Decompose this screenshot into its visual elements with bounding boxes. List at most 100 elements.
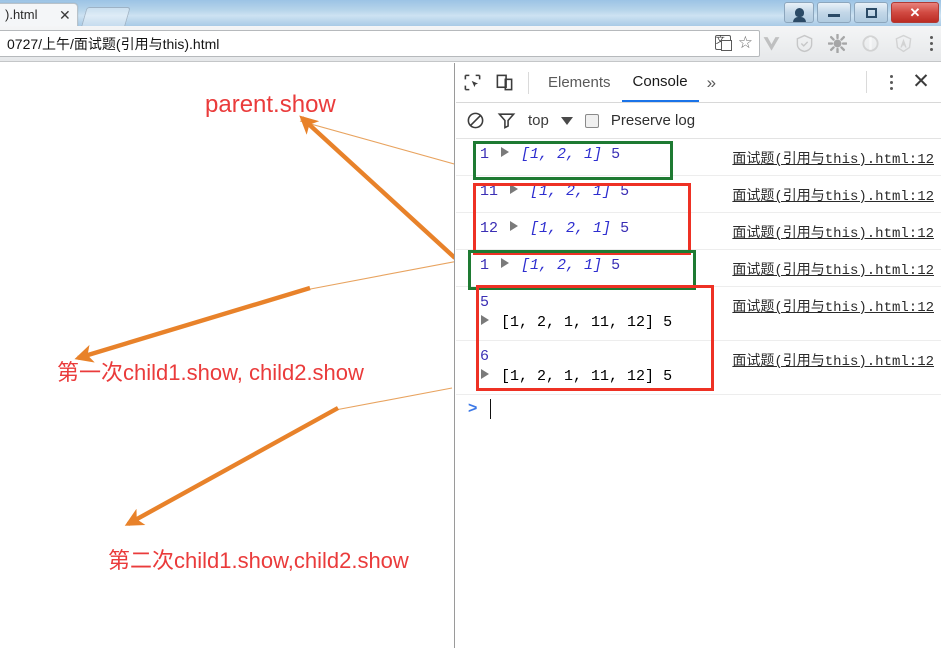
console-source-link[interactable]: 面试题(引用与this).html:12: [732, 148, 934, 168]
address-bar-url: 0727/上午/面试题(引用与this).html: [7, 35, 220, 52]
console-message: 6: [480, 348, 489, 365]
console-context-selector[interactable]: top: [528, 112, 549, 129]
console-tail: 5: [620, 183, 630, 200]
console-tail: 5: [611, 257, 621, 274]
console-array: [1, 2, 1]: [521, 146, 603, 163]
more-tabs-icon[interactable]: »: [699, 73, 724, 93]
console-tail: 5: [663, 314, 673, 331]
console-array: [1, 2, 1]: [521, 257, 603, 274]
close-devtools-icon[interactable]: ✕: [907, 71, 935, 93]
minimize-button[interactable]: [817, 2, 851, 23]
expand-triangle-icon[interactable]: [481, 369, 489, 379]
preserve-log-label: Preserve log: [610, 112, 696, 129]
expand-triangle-icon[interactable]: [501, 147, 510, 157]
console-index: 1: [480, 146, 490, 163]
console-row[interactable]: 6 面试题(引用与this).html:12 [1, 2, 1, 11, 12]…: [456, 341, 941, 395]
toolbar-divider: [528, 71, 529, 94]
console-index: 5: [480, 294, 490, 311]
console-message: 12 [1, 2, 1] 5: [480, 220, 629, 237]
console-prompt-row[interactable]: >: [456, 395, 941, 425]
console-index: 6: [480, 348, 490, 365]
console-text-cursor: [490, 399, 491, 419]
address-bar-actions: ☆: [714, 33, 753, 51]
vue-devtools-icon[interactable]: [762, 34, 781, 53]
console-source-link[interactable]: 面试题(引用与this).html:12: [732, 350, 934, 370]
minimize-icon: [828, 14, 840, 17]
user-icon: [792, 8, 806, 22]
tab-title: ).html: [5, 7, 38, 22]
console-message: 1 [1, 2, 1] 5: [480, 146, 620, 163]
console-row[interactable]: 1 [1, 2, 1] 5 面试题(引用与this).html:12: [456, 250, 941, 287]
preserve-log-checkbox[interactable]: [584, 113, 599, 128]
console-message: 11 [1, 2, 1] 5: [480, 183, 629, 200]
console-tail: 5: [663, 368, 673, 385]
devtools-tabbar: Elements Console » ✕: [456, 63, 941, 103]
console-index: 11: [480, 183, 499, 200]
devtools-actions: ✕: [858, 69, 935, 95]
console-array: [1, 2, 1, 11, 12]: [501, 314, 655, 331]
bookmark-star-icon[interactable]: ☆: [738, 34, 753, 51]
expand-triangle-icon[interactable]: [510, 221, 519, 231]
menu-dot: [930, 42, 933, 45]
toolbar-divider: [866, 71, 867, 93]
close-window-icon: ✕: [909, 4, 921, 20]
console-output: 1 [1, 2, 1] 5 面试题(引用与this).html:12 11 [1…: [456, 139, 941, 425]
menu-dot: [889, 80, 893, 84]
console-source-link[interactable]: 面试题(引用与this).html:12: [732, 259, 934, 279]
angular-icon[interactable]: [894, 34, 913, 53]
expand-triangle-icon[interactable]: [481, 315, 489, 325]
console-message: 5: [480, 294, 489, 311]
page-viewport: parent.show 第一次child1.show, child2.show …: [0, 63, 455, 648]
inspect-element-icon[interactable]: [456, 68, 488, 98]
address-bar[interactable]: 0727/上午/面试题(引用与this).html ☆: [0, 30, 760, 57]
console-index: 12: [480, 220, 499, 237]
extension-icons: [762, 34, 913, 53]
console-message-array: [1, 2, 1, 11, 12] 5: [478, 368, 672, 385]
maximize-button[interactable]: [854, 2, 888, 23]
device-toolbar-icon[interactable]: [488, 68, 520, 98]
chevron-down-icon[interactable]: [560, 116, 573, 125]
annotation-arrows: [74, 115, 454, 526]
console-source-link[interactable]: 面试题(引用与this).html:12: [732, 185, 934, 205]
browser-toolbar: 0727/上午/面试题(引用与this).html ☆: [0, 26, 941, 62]
gear-bug-icon[interactable]: [828, 34, 847, 53]
console-source-link[interactable]: 面试题(引用与this).html:12: [732, 296, 934, 316]
shield-icon[interactable]: [795, 34, 814, 53]
tab-close-icon[interactable]: ✕: [59, 7, 71, 23]
circle-icon[interactable]: [861, 34, 880, 53]
translate-icon[interactable]: [714, 33, 732, 51]
user-profile-button[interactable]: [784, 2, 814, 23]
tab-elements[interactable]: Elements: [537, 63, 622, 102]
expand-triangle-icon[interactable]: [501, 258, 510, 268]
clear-console-icon[interactable]: [466, 111, 485, 130]
console-row[interactable]: 5 面试题(引用与this).html:12 [1, 2, 1, 11, 12]…: [456, 287, 941, 341]
chrome-menu-icon[interactable]: [930, 36, 933, 54]
console-filter-bar: top Preserve log: [456, 103, 941, 139]
console-index: 1: [480, 257, 490, 274]
browser-tab[interactable]: ).html ✕: [0, 3, 78, 26]
console-message: 1 [1, 2, 1] 5: [480, 257, 620, 274]
close-window-button[interactable]: ✕: [891, 2, 939, 23]
devtools-panel: Elements Console » ✕ top Preserve log 1 …: [456, 63, 941, 648]
console-row[interactable]: 12 [1, 2, 1] 5 面试题(引用与this).html:12: [456, 213, 941, 250]
devtools-menu-icon[interactable]: [879, 69, 903, 95]
menu-dot: [930, 36, 933, 39]
console-row[interactable]: 1 [1, 2, 1] 5 面试题(引用与this).html:12: [456, 139, 941, 176]
window-controls: ✕: [784, 2, 939, 23]
filter-icon[interactable]: [497, 111, 516, 130]
browser-window: ).html ✕ ✕ 0727/上午/面试题(引用与this).html 文 ☆…: [0, 0, 941, 648]
expand-triangle-icon[interactable]: [510, 184, 519, 194]
menu-dot: [889, 74, 893, 78]
tab-console[interactable]: Console: [621, 63, 699, 102]
console-row[interactable]: 11 [1, 2, 1] 5 面试题(引用与this).html:12: [456, 176, 941, 213]
console-source-link[interactable]: 面试题(引用与this).html:12: [732, 222, 934, 242]
console-array: [1, 2, 1, 11, 12]: [501, 368, 655, 385]
title-bar: ).html ✕ ✕: [0, 0, 941, 26]
console-tail: 5: [620, 220, 630, 237]
console-array: [1, 2, 1]: [530, 220, 612, 237]
console-array: [1, 2, 1]: [530, 183, 612, 200]
menu-dot: [889, 86, 893, 90]
menu-dot: [930, 48, 933, 51]
console-tail: 5: [611, 146, 621, 163]
new-tab-button[interactable]: [81, 7, 131, 26]
